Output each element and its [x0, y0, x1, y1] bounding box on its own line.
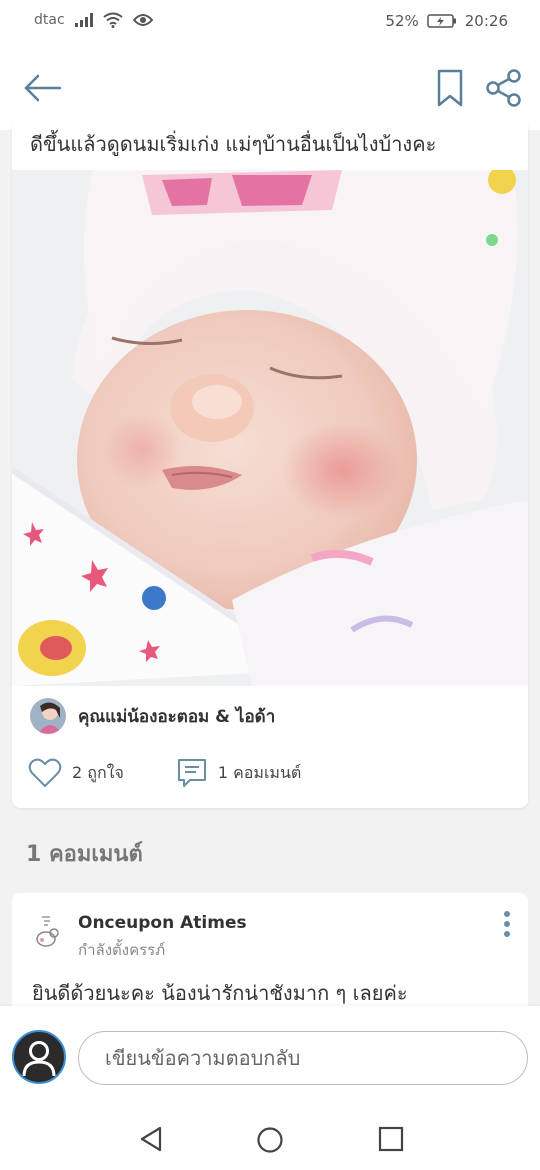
back-arrow-icon — [24, 74, 62, 102]
battery-icon — [427, 14, 456, 28]
comment-button[interactable]: 1 คอมเมนต์ — [176, 757, 301, 789]
signal-icon — [74, 13, 93, 27]
comment-icon — [177, 759, 206, 787]
nav-recent-square-icon — [378, 1126, 404, 1152]
baby-photo-image — [12, 166, 528, 686]
stats-row: 2 ถูกใจ 1 คอมเมนต์ — [28, 756, 301, 790]
bookmark-button[interactable] — [434, 68, 466, 108]
post-text: ดีขึ้นแล้วดูดนมเริ่มเก่ง แม่ๆบ้านอื่นเป็… — [30, 132, 437, 156]
user-profile-icon — [22, 1041, 56, 1077]
author-avatar-image — [30, 698, 66, 734]
comments-section-title: 1 คอมเมนต์ — [26, 842, 143, 867]
clock: 20:26 — [464, 12, 508, 30]
commenter-status: กำลังตั้งครรภ์ — [78, 941, 166, 959]
nav-home-button[interactable] — [256, 1126, 284, 1154]
share-icon — [486, 69, 521, 107]
like-button[interactable]: 2 ถูกใจ — [28, 758, 124, 788]
more-options-button[interactable] — [498, 909, 516, 939]
wifi-icon — [103, 12, 123, 28]
battery-percent: 52% — [385, 12, 419, 30]
nav-home-circle-icon — [257, 1127, 283, 1153]
share-button[interactable] — [484, 68, 524, 108]
post-card: ดีขึ้นแล้วดูดนมเริ่มเก่ง แม่ๆบ้านอื่นเป็… — [12, 118, 528, 808]
status-bar: dtac 52% 20:26 — [0, 0, 540, 46]
system-nav-bar — [0, 1106, 540, 1170]
eye-icon — [132, 14, 153, 26]
nav-recent-apps-button[interactable] — [378, 1126, 404, 1152]
author-name: คุณแม่น้องอะตอม & ไอด้า — [78, 706, 276, 727]
nav-back-button[interactable] — [136, 1124, 166, 1154]
commenter-avatar-image — [32, 913, 64, 949]
status-right: 52% 20:26 — [385, 12, 508, 30]
comment-text: ยินดีด้วยนะคะ น้องน่ารักน่าชังมาก ๆ เลยค… — [32, 981, 408, 1005]
commenter-avatar[interactable] — [32, 913, 64, 949]
nav-back-triangle-icon — [140, 1126, 162, 1152]
bookmark-icon — [437, 69, 463, 107]
user-avatar[interactable] — [12, 1030, 66, 1084]
comments-count: 1 คอมเมนต์ — [217, 762, 302, 782]
carrier-label: dtac — [34, 12, 65, 28]
post-photo[interactable] — [12, 166, 528, 686]
commenter-name[interactable]: Onceupon Atimes — [78, 913, 247, 933]
status-left: dtac — [34, 12, 153, 28]
back-button[interactable] — [20, 68, 64, 108]
more-vertical-icon — [504, 911, 510, 937]
likes-count: 2 ถูกใจ — [72, 762, 124, 782]
reply-bar — [0, 1006, 540, 1106]
reply-input[interactable] — [78, 1031, 528, 1085]
author-row[interactable]: คุณแม่น้องอะตอม & ไอด้า — [30, 696, 275, 736]
author-avatar — [30, 698, 66, 734]
heart-icon — [28, 758, 62, 787]
